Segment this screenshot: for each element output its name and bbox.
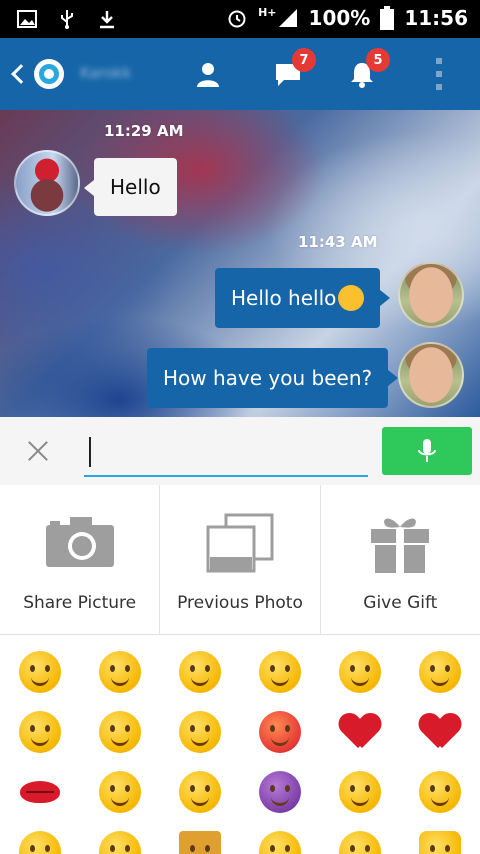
signal-icon [278, 9, 297, 27]
imp-face-icon[interactable] [258, 770, 302, 814]
chevron-left-icon [11, 64, 31, 84]
message-input[interactable] [84, 429, 368, 477]
beer-mug-icon[interactable] [178, 830, 222, 854]
message-text: How have you been? [163, 366, 373, 390]
compose-bar [0, 417, 480, 485]
emoji-palette [0, 636, 480, 854]
battery-percent: 100% [308, 6, 371, 30]
notifications-badge: 5 [366, 48, 390, 72]
action-label: Give Gift [363, 593, 438, 613]
thumbs-up-icon[interactable] [418, 830, 462, 854]
app-logo-icon [34, 59, 64, 89]
kissing-face-icon[interactable] [98, 830, 142, 854]
alarm-icon [228, 10, 246, 28]
give-gift-button[interactable]: Give Gift [321, 485, 480, 634]
red-heart-icon[interactable] [338, 710, 382, 754]
app-bar: Karokk 7 5 [0, 38, 480, 110]
winking-tongue-face-icon[interactable] [18, 710, 62, 754]
sweat-face-icon[interactable] [18, 830, 62, 854]
grinning-face-icon [338, 285, 365, 311]
relieved-face-icon[interactable] [98, 770, 142, 814]
messages-button[interactable]: 7 [274, 48, 316, 88]
photo-stack-icon [206, 513, 274, 573]
winking-face-icon[interactable] [338, 650, 382, 694]
profile-icon[interactable] [194, 60, 222, 88]
action-label: Share Picture [23, 593, 137, 613]
attachment-actions: Share Picture Previous Photo Give Gift [0, 485, 480, 635]
back-button[interactable] [8, 58, 68, 90]
outgoing-message-bubble[interactable]: Hello hello [215, 268, 391, 328]
status-bar: H+ 100% 11:56 [0, 0, 480, 38]
message-text: Hello [110, 175, 161, 199]
usb-icon [61, 10, 73, 29]
close-icon[interactable] [26, 439, 50, 463]
contact-name[interactable]: Karokk [80, 64, 170, 84]
broken-heart-icon[interactable] [418, 710, 462, 754]
network-indicator: H+ [258, 5, 277, 19]
message-text: Hello hello [231, 286, 337, 310]
angry-face-icon[interactable] [258, 710, 302, 754]
incoming-message-bubble[interactable]: Hello [84, 158, 177, 216]
download-icon [100, 11, 114, 29]
kiss-lips-icon[interactable] [18, 770, 62, 814]
disappointed-face-icon[interactable] [178, 650, 222, 694]
gallery-icon [17, 10, 37, 28]
text-caret [89, 437, 91, 467]
notifications-button[interactable]: 5 [348, 48, 390, 88]
grimacing-face-icon[interactable] [178, 770, 222, 814]
contact-avatar[interactable] [14, 150, 80, 216]
grinning-face-icon[interactable] [18, 650, 62, 694]
grinning-face-icon[interactable] [338, 830, 382, 854]
action-label: Previous Photo [177, 593, 303, 613]
previous-photo-button[interactable]: Previous Photo [160, 485, 321, 634]
smiley-face-icon[interactable] [98, 650, 142, 694]
camera-icon [45, 517, 114, 567]
share-picture-button[interactable]: Share Picture [0, 485, 161, 634]
kissing-face-icon[interactable] [98, 710, 142, 754]
dizzy-face-icon[interactable] [178, 710, 222, 754]
overflow-menu-icon[interactable] [436, 58, 444, 90]
squinting-tongue-face-icon[interactable] [418, 650, 462, 694]
message-timestamp: 11:43 AM [298, 233, 378, 251]
blush-face-icon[interactable] [418, 770, 462, 814]
voice-record-button[interactable] [382, 427, 472, 475]
clock: 11:56 [404, 6, 468, 30]
messages-badge: 7 [292, 48, 316, 72]
grinning-face-icon[interactable] [258, 830, 302, 854]
microphone-icon [418, 439, 436, 462]
chat-area[interactable]: 11:29 AM Hello 11:43 AM Hello hello How … [0, 110, 480, 417]
heart-eyes-face-icon[interactable] [338, 770, 382, 814]
user-avatar[interactable] [398, 262, 464, 328]
crying-face-icon[interactable] [258, 650, 302, 694]
gift-icon [371, 518, 430, 573]
message-timestamp: 11:29 AM [104, 122, 184, 140]
outgoing-message-bubble[interactable]: How have you been? [147, 348, 399, 408]
battery-icon [380, 6, 395, 30]
user-avatar[interactable] [398, 342, 464, 408]
